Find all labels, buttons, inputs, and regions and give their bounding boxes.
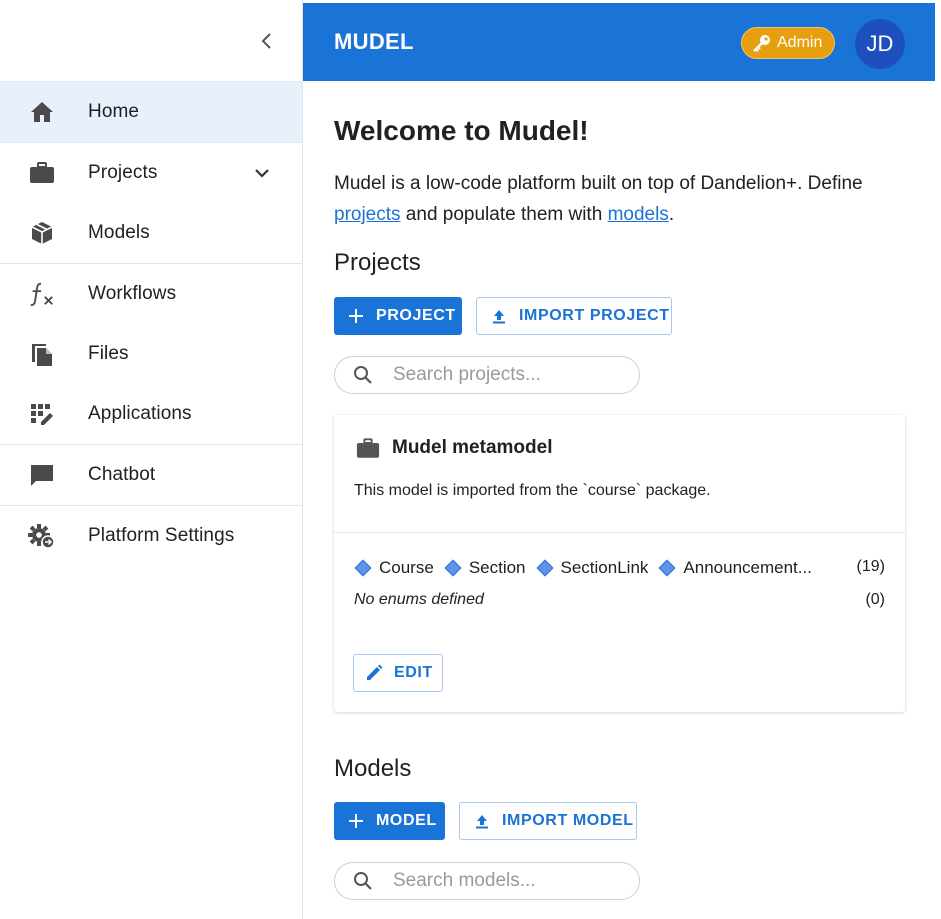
type-label: Announcement...: [683, 558, 812, 577]
sidebar-header: [0, 0, 302, 82]
add-model-button[interactable]: MODEL: [334, 802, 445, 840]
add-project-button[interactable]: PROJECT: [334, 297, 462, 335]
page-title: Welcome to Mudel!: [334, 115, 589, 146]
edit-label: EDIT: [394, 664, 433, 681]
sidebar-item-label: Applications: [88, 403, 192, 424]
search-projects-input[interactable]: [393, 364, 613, 386]
type-chip[interactable]: SectionLink: [536, 558, 649, 578]
intro-part-3: .: [668, 204, 675, 225]
upload-icon: [472, 811, 492, 831]
divider: [334, 532, 905, 533]
sidebar: Home Projects Models Workflows Files App…: [0, 0, 303, 919]
briefcase-icon: [28, 160, 56, 186]
project-card-header: Mudel metamodel: [356, 437, 552, 459]
upload-icon: [489, 306, 509, 326]
settings-cog-icon: [28, 523, 56, 549]
edit-project-button[interactable]: EDIT: [353, 654, 443, 692]
types-count: (19): [856, 558, 885, 575]
apps-edit-icon: [28, 401, 56, 427]
sidebar-item-label: Projects: [88, 162, 158, 183]
enums-count: (0): [865, 591, 885, 608]
project-card-description: This model is imported from the `course`…: [354, 482, 711, 499]
intro-text: Mudel is a low-code platform built on to…: [334, 168, 909, 230]
class-diamond-icon: [444, 559, 462, 577]
type-label: SectionLink: [560, 558, 649, 577]
models-link[interactable]: models: [608, 204, 669, 225]
project-types-list: Course Section SectionLink Announcement.…: [354, 558, 834, 578]
sidebar-item-models[interactable]: Models: [0, 203, 302, 263]
sidebar-item-label: Chatbot: [88, 464, 156, 485]
home-icon: [28, 99, 56, 125]
sidebar-item-applications[interactable]: Applications: [0, 384, 302, 444]
project-card-title[interactable]: Mudel metamodel: [392, 437, 552, 459]
chevron-left-icon: [261, 33, 271, 49]
sidebar-item-label: Models: [88, 222, 150, 243]
class-diamond-icon: [658, 559, 676, 577]
type-chip[interactable]: Course: [354, 558, 434, 578]
models-search[interactable]: [334, 862, 640, 900]
function-icon: [28, 281, 56, 307]
projects-section-title: Projects: [334, 249, 421, 276]
import-project-label: IMPORT PROJECT: [519, 307, 670, 324]
briefcase-icon: [356, 437, 380, 458]
projects-search[interactable]: [334, 356, 640, 394]
search-icon: [354, 872, 372, 890]
import-model-button[interactable]: IMPORT MODEL: [459, 802, 637, 840]
sidebar-item-projects[interactable]: Projects: [0, 143, 302, 203]
sidebar-item-label: Files: [88, 343, 129, 364]
file-copy-icon: [28, 341, 56, 367]
sidebar-item-platform-settings[interactable]: Platform Settings: [0, 506, 302, 566]
sidebar-item-files[interactable]: Files: [0, 324, 302, 384]
intro-part-1: Mudel is a low-code platform built on to…: [334, 173, 863, 194]
import-model-label: IMPORT MODEL: [502, 812, 634, 829]
sidebar-item-home[interactable]: Home: [0, 82, 302, 142]
intro-part-2: and populate them with: [400, 204, 608, 225]
project-card: Mudel metamodel This model is imported f…: [334, 415, 905, 712]
projects-link[interactable]: projects: [334, 204, 401, 225]
plus-icon: [346, 306, 366, 326]
sidebar-item-label: Workflows: [88, 283, 177, 304]
add-model-label: MODEL: [376, 812, 437, 829]
search-models-input[interactable]: [393, 870, 613, 892]
main-content: Welcome to Mudel! Mudel is a low-code pl…: [334, 0, 914, 919]
type-label: Section: [468, 558, 526, 577]
pencil-icon: [364, 663, 384, 683]
sidebar-item-workflows[interactable]: Workflows: [0, 264, 302, 324]
type-chip[interactable]: Announcement...: [658, 558, 812, 578]
collapse-sidebar-button[interactable]: [254, 28, 280, 54]
sidebar-item-chatbot[interactable]: Chatbot: [0, 445, 302, 505]
class-diamond-icon: [354, 559, 372, 577]
type-chip[interactable]: Section: [444, 558, 526, 578]
chevron-down-icon[interactable]: [250, 161, 274, 185]
enums-text: No enums defined: [354, 591, 484, 608]
sidebar-item-label: Home: [88, 101, 140, 122]
models-section-title: Models: [334, 755, 412, 782]
add-project-label: PROJECT: [376, 307, 456, 324]
sidebar-item-label: Platform Settings: [88, 525, 235, 546]
plus-icon: [346, 811, 366, 831]
cube-icon: [28, 220, 56, 246]
class-diamond-icon: [536, 559, 554, 577]
search-icon: [354, 366, 372, 384]
import-project-button[interactable]: IMPORT PROJECT: [476, 297, 672, 335]
chat-icon: [28, 462, 56, 488]
type-label: Course: [379, 558, 434, 577]
